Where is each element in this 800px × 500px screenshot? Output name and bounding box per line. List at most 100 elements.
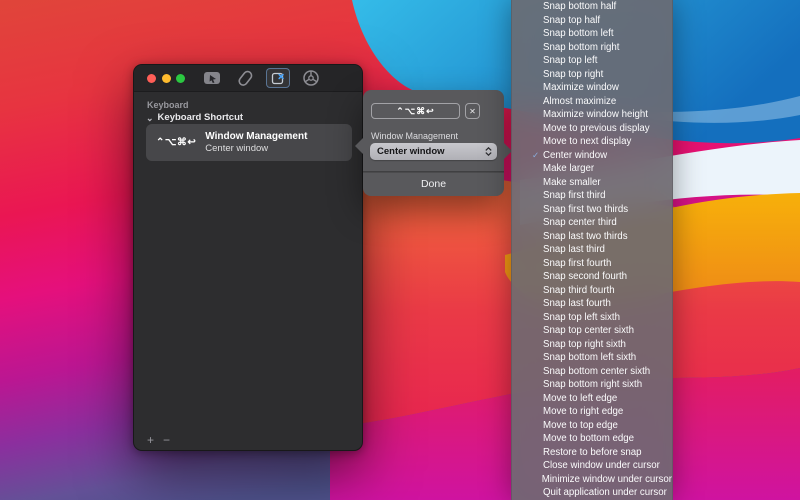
menu-item[interactable]: Snap top left [512, 54, 672, 68]
menu-item-label: Close window under cursor [543, 460, 660, 471]
shortcut-recorder-field[interactable]: ⌃⌥⌘↩ [371, 103, 460, 119]
controller-wheel-icon[interactable] [299, 68, 323, 88]
menu-item[interactable]: Snap bottom right sixth [512, 378, 672, 392]
minimize-button[interactable] [162, 74, 171, 83]
menu-item[interactable]: Snap bottom center sixth [512, 365, 672, 379]
list-footer: + − [147, 435, 170, 445]
menu-item[interactable]: ✓Center window [512, 149, 672, 163]
menu-item[interactable]: Minimize window under cursor [512, 473, 672, 487]
shortcut-keys: ⌃⌥⌘↩ [156, 137, 196, 148]
menu-item[interactable]: Restore to before snap [512, 446, 672, 460]
action-menu: Snap bottom half Snap top half Snap bottom… [511, 0, 673, 500]
menu-item[interactable]: Snap first fourth [512, 257, 672, 271]
toolbar [200, 65, 323, 91]
menu-item-label: Snap bottom right [543, 42, 619, 53]
menu-item[interactable]: Snap center third [512, 216, 672, 230]
menu-item-label: Snap last third [543, 244, 605, 255]
menu-item[interactable]: Snap last third [512, 243, 672, 257]
app-window: Keyboard ⌄ Keyboard Shortcut ⌃⌥⌘↩ Window… [133, 64, 363, 451]
menu-item-label: Snap top left [543, 55, 597, 66]
menu-item[interactable]: Move to left edge [512, 392, 672, 406]
zoom-button[interactable] [176, 74, 185, 83]
menu-item[interactable]: Snap bottom right [512, 41, 672, 55]
menu-item[interactable]: Snap bottom left sixth [512, 351, 672, 365]
group-keyboard-shortcut[interactable]: ⌄ Keyboard Shortcut [146, 112, 243, 123]
menu-item-label: Move to previous display [543, 123, 650, 134]
group-label: Keyboard Shortcut [158, 112, 244, 123]
menu-item-label: Snap center third [543, 217, 617, 228]
action-select[interactable]: Center window [370, 143, 497, 160]
menu-item-label: Make smaller [543, 177, 601, 188]
menu-item-label: Move to top edge [543, 420, 618, 431]
menu-item-label: Move to next display [543, 136, 631, 147]
menu-item[interactable]: Maximize window height [512, 108, 672, 122]
menu-item[interactable]: Snap bottom left [512, 27, 672, 41]
mouse-tab-icon[interactable] [233, 68, 257, 88]
menu-item-label: Snap bottom half [543, 1, 616, 12]
menu-item-label: Move to left edge [543, 393, 617, 404]
close-icon: ✕ [469, 107, 476, 116]
desktop: Keyboard ⌄ Keyboard Shortcut ⌃⌥⌘↩ Window… [0, 0, 800, 500]
menu-item[interactable]: Snap first third [512, 189, 672, 203]
chevron-down-icon: ⌄ [146, 115, 154, 121]
wallpaper [0, 0, 800, 500]
keyboard-tab-icon[interactable] [266, 68, 290, 88]
menu-item-label: Snap second fourth [543, 271, 627, 282]
close-button[interactable] [147, 74, 156, 83]
menu-item[interactable]: Move to top edge [512, 419, 672, 433]
menu-item-label: Snap third fourth [543, 285, 615, 296]
menu-item[interactable]: Snap top left sixth [512, 311, 672, 325]
menu-item-label: Move to bottom edge [543, 433, 634, 444]
menu-item[interactable]: Snap top right sixth [512, 338, 672, 352]
clear-shortcut-button[interactable]: ✕ [465, 103, 480, 119]
menu-item-label: Snap bottom center sixth [543, 366, 650, 377]
menu-item[interactable]: Snap last fourth [512, 297, 672, 311]
menu-item[interactable]: Move to previous display [512, 122, 672, 136]
menu-item[interactable]: Snap first two thirds [512, 203, 672, 217]
menu-item-label: Snap first third [543, 190, 605, 201]
menu-item[interactable]: Make smaller [512, 176, 672, 190]
menu-item[interactable]: Snap top right [512, 68, 672, 82]
menu-item-label: Snap bottom left [543, 28, 614, 39]
menu-item-label: Snap last fourth [543, 298, 611, 309]
menu-item[interactable]: Move to bottom edge [512, 432, 672, 446]
section-label: Keyboard [147, 100, 189, 110]
menu-item-label: Snap first fourth [543, 258, 611, 269]
shortcut-field-value: ⌃⌥⌘↩ [396, 106, 434, 117]
done-button[interactable]: Done [363, 173, 504, 195]
menu-item[interactable]: Quit application under cursor [512, 486, 672, 500]
add-shortcut-button[interactable]: + [147, 435, 154, 445]
menu-item-label: Maximize window height [543, 109, 648, 120]
menu-item-label: Restore to before snap [543, 447, 642, 458]
menu-item[interactable]: Snap second fourth [512, 270, 672, 284]
menu-item[interactable]: Snap bottom half [512, 0, 672, 14]
menu-item[interactable]: Snap top center sixth [512, 324, 672, 338]
menu-item[interactable]: Close window under cursor [512, 459, 672, 473]
menu-item[interactable]: Maximize window [512, 81, 672, 95]
menu-item-label: Snap top center sixth [543, 325, 634, 336]
popover-arrow-left [355, 138, 363, 154]
shortcut-row-texts: Window Management Center window [205, 131, 307, 154]
menu-item-label: Snap top half [543, 15, 600, 26]
trackpad-tab-icon[interactable] [200, 68, 224, 88]
menu-item-label: Almost maximize [543, 96, 616, 107]
menu-item-label: Snap top right [543, 69, 603, 80]
menu-item[interactable]: Almost maximize [512, 95, 672, 109]
menu-item[interactable]: Snap last two thirds [512, 230, 672, 244]
titlebar[interactable] [134, 65, 362, 92]
menu-item[interactable]: Move to next display [512, 135, 672, 149]
checkmark-icon: ✓ [532, 151, 541, 159]
shortcut-popover: ⌃⌥⌘↩ ✕ Window Management Center window D… [363, 90, 504, 196]
menu-item-label: Move to right edge [543, 406, 623, 417]
menu-item[interactable]: Snap top half [512, 14, 672, 28]
popover-field-label: Window Management [371, 131, 458, 141]
menu-item[interactable]: Move to right edge [512, 405, 672, 419]
menu-item-label: Snap first two thirds [543, 204, 628, 215]
menu-item-label: Snap bottom right sixth [543, 379, 642, 390]
menu-item-label: Maximize window [543, 82, 619, 93]
remove-shortcut-button[interactable]: − [163, 435, 170, 445]
menu-item[interactable]: Make larger [512, 162, 672, 176]
shortcut-row[interactable]: ⌃⌥⌘↩ Window Management Center window [146, 124, 352, 161]
shortcut-row-title: Window Management [205, 131, 307, 142]
menu-item[interactable]: Snap third fourth [512, 284, 672, 298]
